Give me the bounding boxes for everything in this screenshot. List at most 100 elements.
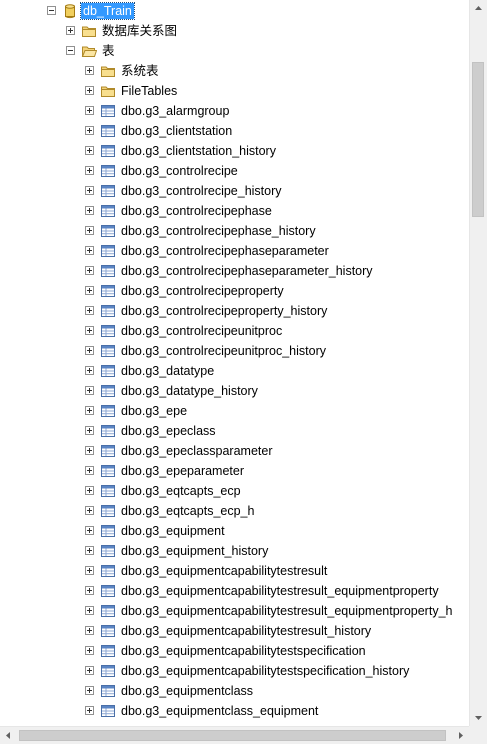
expand-toggle[interactable] xyxy=(85,486,94,495)
tree-node-table[interactable]: dbo.g3_controlrecipephase xyxy=(0,201,469,221)
tree-node-table[interactable]: dbo.g3_epe xyxy=(0,401,469,421)
tree-node-table[interactable]: dbo.g3_equipment_history xyxy=(0,541,469,561)
tree-node-table[interactable]: dbo.g3_controlrecipe xyxy=(0,161,469,181)
subfolder-label[interactable]: 系统表 xyxy=(119,63,161,79)
expand-toggle[interactable] xyxy=(85,66,94,75)
expand-toggle[interactable] xyxy=(85,466,94,475)
tree-node-table[interactable]: dbo.g3_equipmentclass xyxy=(0,681,469,701)
scroll-left-arrow-icon[interactable] xyxy=(0,727,17,744)
table-label[interactable]: dbo.g3_equipmentclass xyxy=(119,683,255,699)
table-label[interactable]: dbo.g3_epeparameter xyxy=(119,463,246,479)
expand-toggle[interactable] xyxy=(85,526,94,535)
object-explorer-tree[interactable]: db_Train 数据库关系图 表 系统表 FileTables dbo.g3_al… xyxy=(0,0,469,726)
tree-node-subfolder[interactable]: FileTables xyxy=(0,81,469,101)
tree-node-table[interactable]: dbo.g3_controlrecipeproperty_history xyxy=(0,301,469,321)
expand-toggle[interactable] xyxy=(85,606,94,615)
collapse-toggle[interactable] xyxy=(47,6,56,15)
tree-node-table[interactable]: dbo.g3_equipmentcapabilitytestresult xyxy=(0,561,469,581)
expand-toggle[interactable] xyxy=(85,146,94,155)
tree-node-table[interactable]: dbo.g3_clientstation_history xyxy=(0,141,469,161)
expand-toggle[interactable] xyxy=(85,346,94,355)
expand-toggle[interactable] xyxy=(85,426,94,435)
expand-toggle[interactable] xyxy=(85,646,94,655)
expand-toggle[interactable] xyxy=(85,626,94,635)
vertical-scrollbar[interactable] xyxy=(469,0,487,726)
tree-node-database[interactable]: db_Train xyxy=(0,1,469,21)
expand-toggle[interactable] xyxy=(85,126,94,135)
table-label[interactable]: dbo.g3_controlrecipe xyxy=(119,163,240,179)
tree-node-table[interactable]: dbo.g3_controlrecipephaseparameter xyxy=(0,241,469,261)
table-label[interactable]: dbo.g3_controlrecipephase xyxy=(119,203,274,219)
tree-node-table[interactable]: dbo.g3_equipmentcapabilitytestresult_equ… xyxy=(0,601,469,621)
table-label[interactable]: dbo.g3_datatype_history xyxy=(119,383,260,399)
table-label[interactable]: dbo.g3_controlrecipeproperty xyxy=(119,283,286,299)
table-label[interactable]: dbo.g3_eqtcapts_ecp_h xyxy=(119,503,256,519)
table-label[interactable]: dbo.g3_equipmentcapabilitytestresult_his… xyxy=(119,623,373,639)
tables-folder-label[interactable]: 表 xyxy=(100,43,117,59)
expand-toggle[interactable] xyxy=(85,106,94,115)
table-label[interactable]: dbo.g3_equipmentcapabilitytestspecificat… xyxy=(119,663,411,679)
tree-node-table[interactable]: dbo.g3_eqtcapts_ecp xyxy=(0,481,469,501)
expand-toggle[interactable] xyxy=(85,246,94,255)
table-label[interactable]: dbo.g3_controlrecipeproperty_history xyxy=(119,303,329,319)
expand-toggle[interactable] xyxy=(85,306,94,315)
expand-toggle[interactable] xyxy=(66,26,75,35)
table-label[interactable]: dbo.g3_equipment xyxy=(119,523,227,539)
tree-node-table[interactable]: dbo.g3_epeclassparameter xyxy=(0,441,469,461)
tree-node-table[interactable]: dbo.g3_epeparameter xyxy=(0,461,469,481)
table-label[interactable]: dbo.g3_controlrecipephase_history xyxy=(119,223,318,239)
tree-node-table[interactable]: dbo.g3_datatype xyxy=(0,361,469,381)
expand-toggle[interactable] xyxy=(85,586,94,595)
expand-toggle[interactable] xyxy=(85,706,94,715)
table-label[interactable]: dbo.g3_clientstation xyxy=(119,123,234,139)
expand-toggle[interactable] xyxy=(85,366,94,375)
tree-node-table[interactable]: dbo.g3_controlrecipeunitproc_history xyxy=(0,341,469,361)
table-label[interactable]: dbo.g3_equipmentclass_equipment xyxy=(119,703,320,719)
expand-toggle[interactable] xyxy=(85,86,94,95)
horizontal-scrollbar[interactable] xyxy=(0,726,469,744)
expand-toggle[interactable] xyxy=(85,506,94,515)
scroll-right-arrow-icon[interactable] xyxy=(452,727,469,744)
expand-toggle[interactable] xyxy=(85,166,94,175)
tree-node-table[interactable]: dbo.g3_equipmentcapabilitytestresult_his… xyxy=(0,621,469,641)
tree-node-table[interactable]: dbo.g3_equipmentcapabilitytestresult_equ… xyxy=(0,581,469,601)
tree-node-table[interactable]: dbo.g3_eqtcapts_ecp_h xyxy=(0,501,469,521)
horizontal-scroll-thumb[interactable] xyxy=(19,730,446,741)
expand-toggle[interactable] xyxy=(85,546,94,555)
expand-toggle[interactable] xyxy=(85,686,94,695)
subfolder-label[interactable]: FileTables xyxy=(119,83,179,99)
expand-toggle[interactable] xyxy=(85,286,94,295)
table-label[interactable]: dbo.g3_datatype xyxy=(119,363,216,379)
table-label[interactable]: dbo.g3_controlrecipeunitproc_history xyxy=(119,343,328,359)
expand-toggle[interactable] xyxy=(85,186,94,195)
tree-node-table[interactable]: dbo.g3_clientstation xyxy=(0,121,469,141)
expand-toggle[interactable] xyxy=(85,406,94,415)
tree-node-table[interactable]: dbo.g3_datatype_history xyxy=(0,381,469,401)
expand-toggle[interactable] xyxy=(85,666,94,675)
expand-toggle[interactable] xyxy=(85,386,94,395)
tree-node-table[interactable]: dbo.g3_controlrecipephaseparameter_histo… xyxy=(0,261,469,281)
table-label[interactable]: dbo.g3_alarmgroup xyxy=(119,103,231,119)
tree-node-table[interactable]: dbo.g3_epeclass xyxy=(0,421,469,441)
tree-node-table[interactable]: dbo.g3_equipment xyxy=(0,521,469,541)
table-label[interactable]: dbo.g3_clientstation_history xyxy=(119,143,278,159)
table-label[interactable]: dbo.g3_equipment_history xyxy=(119,543,270,559)
expand-toggle[interactable] xyxy=(85,566,94,575)
table-label[interactable]: dbo.g3_equipmentcapabilitytestspecificat… xyxy=(119,643,368,659)
table-label[interactable]: dbo.g3_epe xyxy=(119,403,189,419)
tree-node-tables-folder[interactable]: 表 xyxy=(0,41,469,61)
table-label[interactable]: dbo.g3_eqtcapts_ecp xyxy=(119,483,243,499)
diagrams-label[interactable]: 数据库关系图 xyxy=(100,23,179,39)
table-label[interactable]: dbo.g3_epeclassparameter xyxy=(119,443,275,459)
table-label[interactable]: dbo.g3_epeclass xyxy=(119,423,218,439)
database-label[interactable]: db_Train xyxy=(80,2,135,20)
vertical-scroll-thumb[interactable] xyxy=(472,62,484,217)
table-label[interactable]: dbo.g3_equipmentcapabilitytestresult_equ… xyxy=(119,583,441,599)
tree-node-table[interactable]: dbo.g3_controlrecipephase_history xyxy=(0,221,469,241)
tree-node-table[interactable]: dbo.g3_equipmentclass_equipment xyxy=(0,701,469,721)
tree-node-subfolder[interactable]: 系统表 xyxy=(0,61,469,81)
tree-node-table[interactable]: dbo.g3_controlrecipeunitproc xyxy=(0,321,469,341)
table-label[interactable]: dbo.g3_equipmentcapabilitytestresult_equ… xyxy=(119,603,454,619)
expand-toggle[interactable] xyxy=(85,326,94,335)
tree-node-diagrams[interactable]: 数据库关系图 xyxy=(0,21,469,41)
